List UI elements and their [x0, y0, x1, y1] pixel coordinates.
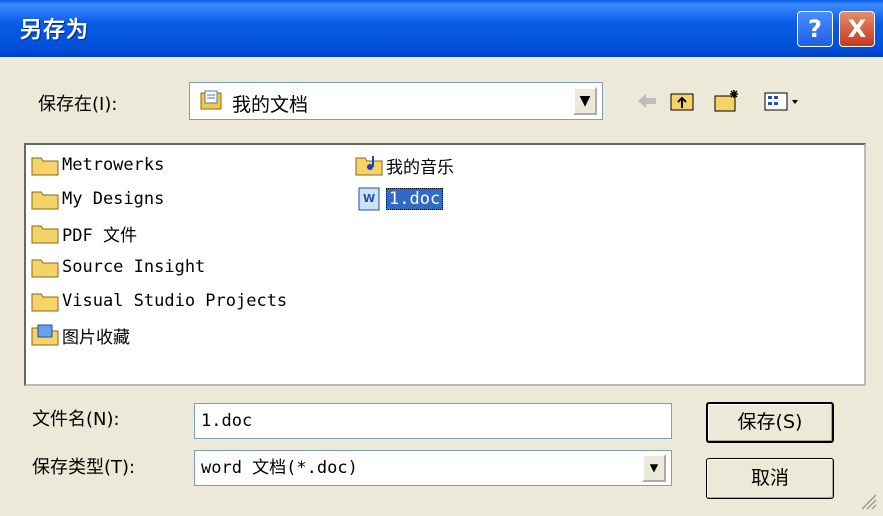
view-menu-icon[interactable] — [762, 88, 802, 114]
save-in-dropdown-arrow[interactable]: ▼ — [573, 87, 597, 115]
save-in-label: 保存在(I): — [38, 94, 118, 115]
filename-input[interactable]: 1.doc — [194, 403, 672, 439]
folder-icon — [31, 293, 59, 312]
list-item[interactable]: 图片收藏 — [30, 321, 130, 349]
my-documents-icon — [200, 90, 222, 110]
list-item[interactable]: PDF 文件 — [30, 219, 137, 247]
filename-label: 文件名(N): — [32, 409, 120, 430]
cancel-button[interactable]: 取消 — [706, 458, 834, 499]
filetype-dropdown-arrow[interactable]: ▼ — [642, 454, 666, 482]
folder-icon — [31, 157, 59, 176]
list-item[interactable]: Metrowerks — [30, 151, 164, 179]
folder-icon — [31, 225, 59, 244]
new-folder-icon[interactable] — [712, 88, 740, 114]
list-item[interactable]: Visual Studio Projects — [30, 287, 287, 315]
resize-grip-icon[interactable] — [859, 492, 877, 510]
filetype-label: 保存类型(T): — [32, 457, 136, 478]
save-in-dropdown[interactable]: 我的文档 ▼ — [189, 82, 603, 120]
filetype-value: word 文档(*.doc) — [201, 458, 358, 478]
save-in-value: 我的文档 — [232, 94, 309, 116]
up-folder-icon[interactable] — [668, 88, 696, 114]
list-item-selected[interactable]: W 1.doc — [354, 185, 444, 213]
title-bar: 另存为 ? X — [0, 0, 883, 57]
filetype-dropdown[interactable]: word 文档(*.doc) ▼ — [194, 450, 672, 486]
save-button[interactable]: 保存(S) — [706, 402, 834, 443]
list-item[interactable]: My Designs — [30, 185, 164, 213]
list-item[interactable]: Source Insight — [30, 253, 205, 281]
window-title: 另存为 — [20, 18, 90, 43]
folder-icon — [31, 191, 59, 210]
file-list[interactable]: Metrowerks My Designs PDF 文件 Source Insi… — [24, 143, 866, 386]
list-item[interactable]: 我的音乐 — [354, 151, 454, 179]
svg-text:W: W — [363, 192, 375, 205]
help-button[interactable]: ? — [797, 11, 833, 47]
pictures-folder-icon — [31, 324, 59, 346]
folder-icon — [31, 259, 59, 278]
word-document-icon: W — [358, 187, 380, 211]
close-button[interactable]: X — [839, 11, 875, 47]
back-icon[interactable] — [634, 88, 662, 114]
music-folder-icon — [355, 156, 383, 176]
